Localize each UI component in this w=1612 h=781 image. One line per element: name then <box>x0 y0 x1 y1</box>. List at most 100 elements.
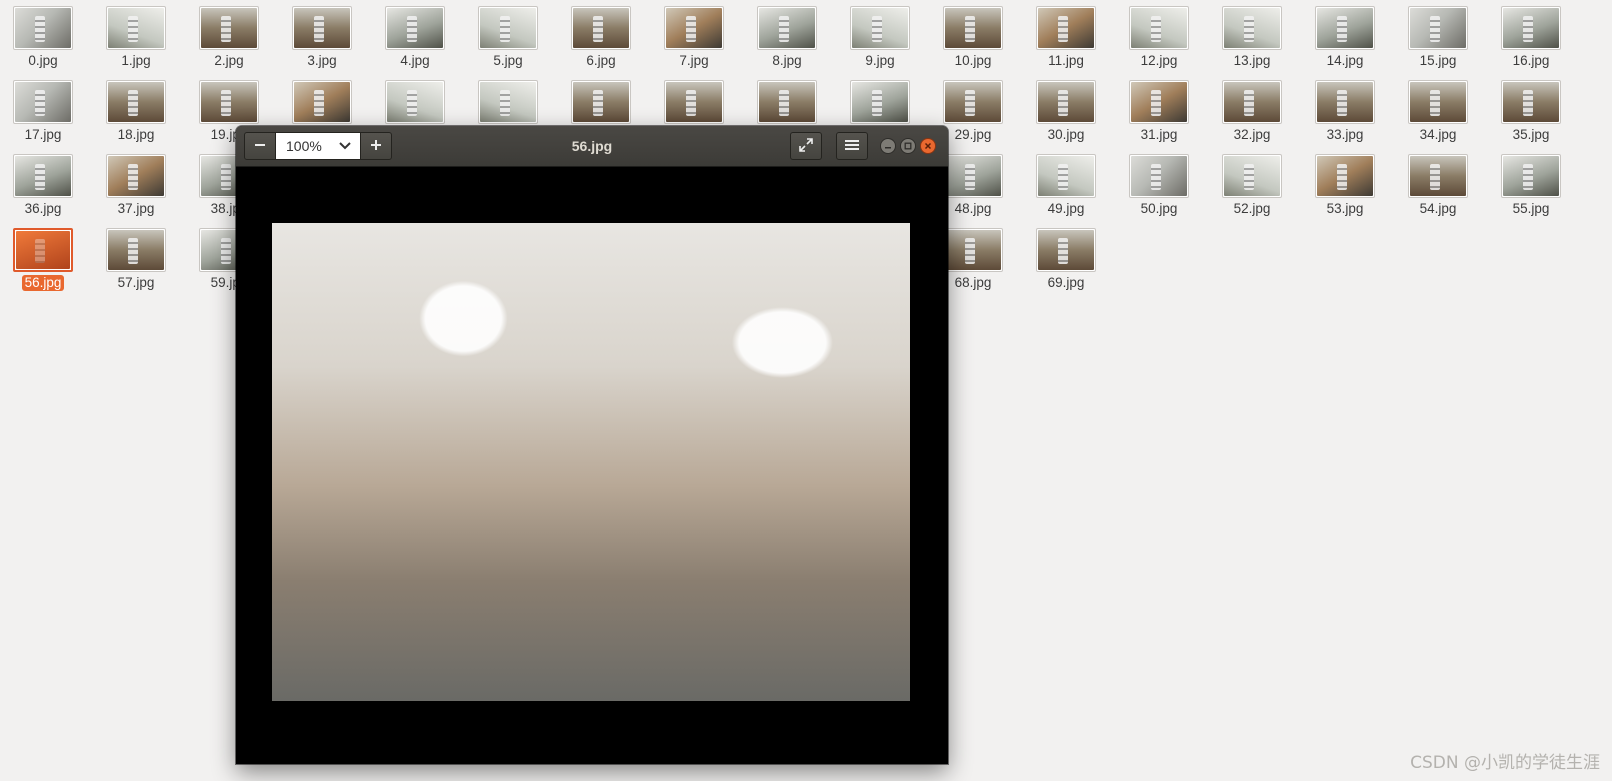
file-item[interactable]: 57.jpg <box>98 222 174 292</box>
file-item[interactable]: 10.jpg <box>935 0 1011 70</box>
file-item[interactable]: 11.jpg <box>1028 0 1104 70</box>
file-item[interactable]: 34.jpg <box>1400 74 1476 144</box>
file-thumbnail[interactable] <box>850 6 910 50</box>
file-thumbnail[interactable] <box>292 6 352 50</box>
file-thumbnail[interactable] <box>13 228 73 272</box>
file-item[interactable]: 0.jpg <box>5 0 81 70</box>
file-thumbnail[interactable] <box>1315 6 1375 50</box>
file-thumbnail[interactable] <box>1036 80 1096 124</box>
file-thumbnail[interactable] <box>106 80 166 124</box>
file-item[interactable]: 16.jpg <box>1493 0 1569 70</box>
file-item[interactable]: 35.jpg <box>1493 74 1569 144</box>
file-item[interactable]: 4.jpg <box>377 0 453 70</box>
file-item[interactable]: 54.jpg <box>1400 148 1476 218</box>
file-thumbnail[interactable] <box>1315 80 1375 124</box>
file-name-label: 7.jpg <box>679 53 709 68</box>
file-thumbnail[interactable] <box>106 228 166 272</box>
maximize-button[interactable] <box>900 138 916 154</box>
file-thumbnail[interactable] <box>478 6 538 50</box>
zoom-in-button[interactable] <box>360 132 392 160</box>
file-thumbnail[interactable] <box>13 6 73 50</box>
file-thumbnail[interactable] <box>478 80 538 124</box>
file-thumbnail[interactable] <box>943 6 1003 50</box>
file-thumbnail[interactable] <box>757 80 817 124</box>
file-item[interactable]: 3.jpg <box>284 0 360 70</box>
file-thumbnail[interactable] <box>13 80 73 124</box>
file-thumbnail[interactable] <box>1501 80 1561 124</box>
file-thumbnail[interactable] <box>1408 6 1468 50</box>
file-thumbnail[interactable] <box>1222 154 1282 198</box>
file-thumbnail[interactable] <box>1129 154 1189 198</box>
close-button[interactable] <box>920 138 936 154</box>
file-item[interactable]: 56.jpg <box>5 222 81 292</box>
file-thumbnail[interactable] <box>1129 6 1189 50</box>
file-thumbnail[interactable] <box>106 154 166 198</box>
zoom-level-combo[interactable]: 100% <box>275 132 361 160</box>
file-thumbnail[interactable] <box>943 228 1003 272</box>
file-thumbnail[interactable] <box>1036 154 1096 198</box>
file-item[interactable]: 17.jpg <box>5 74 81 144</box>
file-item[interactable]: 50.jpg <box>1121 148 1197 218</box>
image-canvas[interactable] <box>236 167 948 764</box>
file-thumbnail[interactable] <box>292 80 352 124</box>
file-item[interactable]: 7.jpg <box>656 0 732 70</box>
file-thumbnail[interactable] <box>1501 154 1561 198</box>
file-item[interactable]: 5.jpg <box>470 0 546 70</box>
file-item[interactable]: 52.jpg <box>1214 148 1290 218</box>
file-thumbnail[interactable] <box>1222 80 1282 124</box>
file-thumbnail[interactable] <box>757 6 817 50</box>
file-item[interactable]: 69.jpg <box>1028 222 1104 292</box>
file-thumbnail[interactable] <box>1501 6 1561 50</box>
chevron-down-icon[interactable] <box>338 138 352 155</box>
watermark: CSDN @小凯的学徒生涯 <box>1410 753 1600 773</box>
file-item[interactable]: 2.jpg <box>191 0 267 70</box>
file-thumbnail[interactable] <box>571 80 631 124</box>
header-bar[interactable]: 100% 56.jpg <box>236 126 948 167</box>
file-item[interactable]: 14.jpg <box>1307 0 1383 70</box>
file-item[interactable]: 53.jpg <box>1307 148 1383 218</box>
file-thumbnail[interactable] <box>1036 6 1096 50</box>
file-thumbnail[interactable] <box>106 6 166 50</box>
file-item[interactable]: 9.jpg <box>842 0 918 70</box>
file-name-label: 13.jpg <box>1233 53 1271 68</box>
file-item[interactable]: 33.jpg <box>1307 74 1383 144</box>
file-item[interactable]: 13.jpg <box>1214 0 1290 70</box>
file-thumbnail[interactable] <box>664 6 724 50</box>
zoom-out-button[interactable] <box>244 132 276 160</box>
file-thumbnail[interactable] <box>850 80 910 124</box>
file-thumbnail[interactable] <box>943 80 1003 124</box>
file-name-label: 30.jpg <box>1047 127 1085 142</box>
file-thumbnail[interactable] <box>199 6 259 50</box>
file-item[interactable]: 1.jpg <box>98 0 174 70</box>
file-item[interactable]: 6.jpg <box>563 0 639 70</box>
file-name-label: 57.jpg <box>117 275 155 290</box>
file-thumbnail[interactable] <box>1222 6 1282 50</box>
minimize-button[interactable] <box>880 138 896 154</box>
file-thumbnail[interactable] <box>943 154 1003 198</box>
file-thumbnail[interactable] <box>385 6 445 50</box>
fullscreen-button[interactable] <box>790 132 822 160</box>
file-item[interactable]: 12.jpg <box>1121 0 1197 70</box>
file-thumbnail[interactable] <box>1315 154 1375 198</box>
file-item[interactable]: 32.jpg <box>1214 74 1290 144</box>
file-thumbnail[interactable] <box>13 154 73 198</box>
file-thumbnail[interactable] <box>1408 80 1468 124</box>
file-thumbnail[interactable] <box>1408 154 1468 198</box>
file-thumbnail[interactable] <box>199 80 259 124</box>
zoom-level-value[interactable]: 100% <box>286 138 322 154</box>
file-thumbnail[interactable] <box>385 80 445 124</box>
file-item[interactable]: 49.jpg <box>1028 148 1104 218</box>
file-item[interactable]: 30.jpg <box>1028 74 1104 144</box>
file-thumbnail[interactable] <box>1036 228 1096 272</box>
file-item[interactable]: 18.jpg <box>98 74 174 144</box>
file-item[interactable]: 55.jpg <box>1493 148 1569 218</box>
file-item[interactable]: 36.jpg <box>5 148 81 218</box>
file-thumbnail[interactable] <box>571 6 631 50</box>
file-item[interactable]: 37.jpg <box>98 148 174 218</box>
file-thumbnail[interactable] <box>1129 80 1189 124</box>
menu-button[interactable] <box>836 132 868 160</box>
file-item[interactable]: 15.jpg <box>1400 0 1476 70</box>
file-thumbnail[interactable] <box>664 80 724 124</box>
file-item[interactable]: 31.jpg <box>1121 74 1197 144</box>
file-item[interactable]: 8.jpg <box>749 0 825 70</box>
